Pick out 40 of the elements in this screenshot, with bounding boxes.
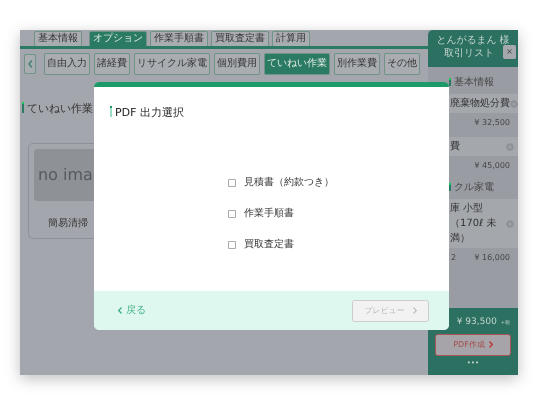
option-checkbox[interactable]: 買取査定書 xyxy=(228,237,449,252)
item-price: ¥ 45,000 xyxy=(474,160,510,172)
cart-title: 取引リスト xyxy=(444,48,494,59)
chevron-right-icon xyxy=(488,341,493,348)
image-placeholder-text: no ima xyxy=(38,164,93,186)
total-price: ¥ 93,500 xyxy=(456,316,497,329)
back-button[interactable] xyxy=(24,54,36,74)
tab[interactable]: 買取査定書 xyxy=(211,31,269,46)
remove-icon[interactable] xyxy=(506,142,514,150)
item-name: 廃棄物処分費 xyxy=(450,96,510,111)
item-price: ¥ 16,000 xyxy=(474,252,510,264)
item-price: ¥ 32,500 xyxy=(474,117,510,129)
product-name: 簡易清掃 xyxy=(48,218,88,229)
tab[interactable]: 作業手順書 xyxy=(150,31,208,46)
category-tab[interactable]: 別作業費 xyxy=(334,53,380,75)
dialog-title: PDF 出力選択 xyxy=(110,106,184,119)
tab[interactable]: 基本情報 xyxy=(34,31,82,46)
section-title: ていねい作業 xyxy=(22,102,93,115)
tab[interactable]: 計算用 xyxy=(272,31,310,46)
item-name: 費 xyxy=(450,140,460,154)
remove-icon[interactable] xyxy=(510,100,518,108)
item-name: 庫 小型（170ℓ 未満） xyxy=(450,202,498,246)
remove-icon[interactable] xyxy=(506,220,514,228)
group-label: 基本情報 xyxy=(449,77,494,88)
chevron-right-icon xyxy=(412,307,416,314)
customer-name: とんがるまん 様 xyxy=(435,34,511,47)
category-tab[interactable]: 個別費用 xyxy=(214,53,260,75)
chevron-left-icon xyxy=(118,307,122,314)
category-tab[interactable]: 諸経費 xyxy=(94,53,130,75)
close-button[interactable]: × xyxy=(503,45,516,59)
category-tab[interactable]: リサイクル家電 xyxy=(134,53,210,75)
tab[interactable]: オプション xyxy=(89,31,147,46)
category-tab[interactable]: その他 xyxy=(384,53,420,75)
option-checkbox[interactable]: 見積書（約款つき） xyxy=(228,175,449,190)
category-tab[interactable]: ていねい作業 xyxy=(264,53,330,75)
item-quantity: 2 xyxy=(451,252,456,264)
group-label: クル家電 xyxy=(449,182,494,193)
category-tab[interactable]: 自由入力 xyxy=(44,53,90,75)
chevron-left-icon xyxy=(28,60,32,68)
option-checkbox[interactable]: 作業手順書 xyxy=(228,206,449,221)
